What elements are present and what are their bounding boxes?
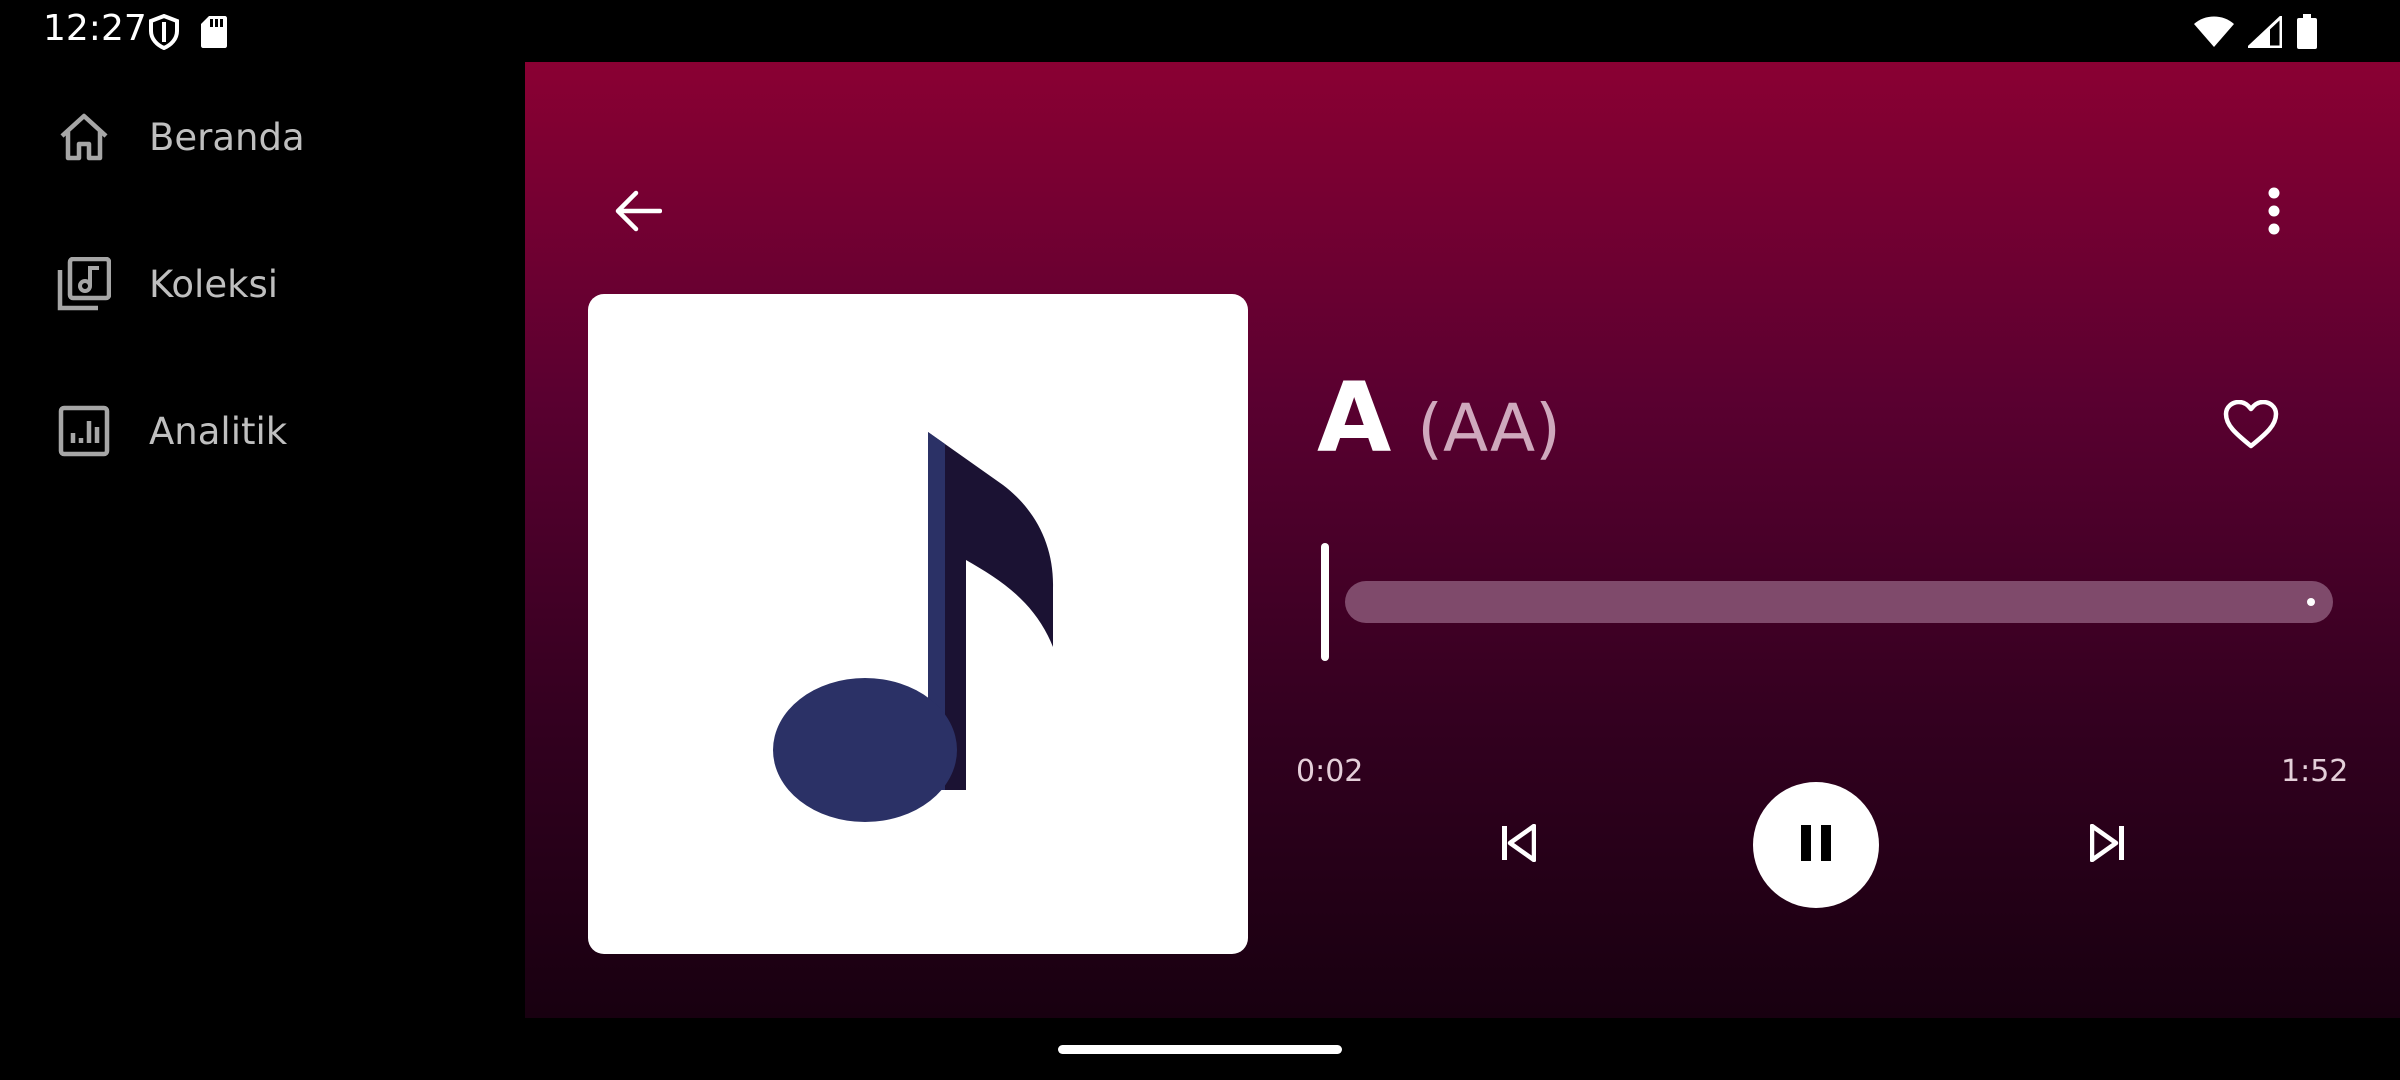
navigation-rail: Beranda Koleksi Analitik — [0, 62, 525, 1018]
play-pause-button[interactable] — [1753, 782, 1879, 908]
nav-label-koleksi: Koleksi — [149, 262, 279, 306]
back-button[interactable] — [603, 178, 673, 248]
skip-next-icon — [2089, 823, 2126, 866]
nav-item-beranda[interactable]: Beranda — [55, 97, 495, 177]
track-title: A — [1317, 362, 1392, 474]
status-time: 12:27 — [43, 8, 147, 49]
arrow-back-icon — [614, 189, 663, 237]
elapsed-time: 0:02 — [1296, 754, 1364, 789]
total-time: 1:52 — [2281, 754, 2349, 789]
favorite-button[interactable] — [2211, 387, 2291, 467]
battery-icon — [2296, 14, 2318, 54]
library-music-icon — [55, 255, 113, 313]
next-track-button[interactable] — [2075, 812, 2141, 878]
nav-item-koleksi[interactable]: Koleksi — [55, 244, 495, 324]
album-art — [588, 294, 1248, 954]
signal-icon — [2245, 13, 2283, 52]
seek-bar-end-dot — [2307, 598, 2315, 606]
now-playing-panel: A (AA) 0:02 1:52 — [525, 62, 2400, 1018]
nav-item-analitik[interactable]: Analitik — [55, 391, 495, 471]
home-indicator[interactable] — [1058, 1045, 1342, 1054]
music-note-icon — [753, 422, 1083, 826]
track-artist: (AA) — [1417, 390, 1561, 467]
heart-outline-icon — [2223, 399, 2279, 454]
more-options-button[interactable] — [2239, 178, 2309, 248]
nav-label-beranda: Beranda — [149, 115, 305, 159]
seek-bar-thumb[interactable] — [1321, 543, 1329, 661]
more-vertical-icon — [2267, 187, 2281, 239]
track-info: A (AA) — [1317, 362, 1561, 502]
shield-icon — [148, 13, 180, 54]
seek-bar-track[interactable] — [1345, 581, 2333, 623]
sd-card-icon — [200, 15, 228, 53]
previous-track-button[interactable] — [1485, 812, 1551, 878]
analytics-icon — [55, 402, 113, 460]
skip-previous-icon — [1500, 823, 1537, 866]
home-icon — [55, 108, 113, 166]
wifi-icon — [2194, 16, 2234, 52]
status-bar: 12:27 — [0, 0, 2400, 62]
pause-icon — [1798, 823, 1834, 867]
nav-label-analitik: Analitik — [149, 409, 288, 453]
